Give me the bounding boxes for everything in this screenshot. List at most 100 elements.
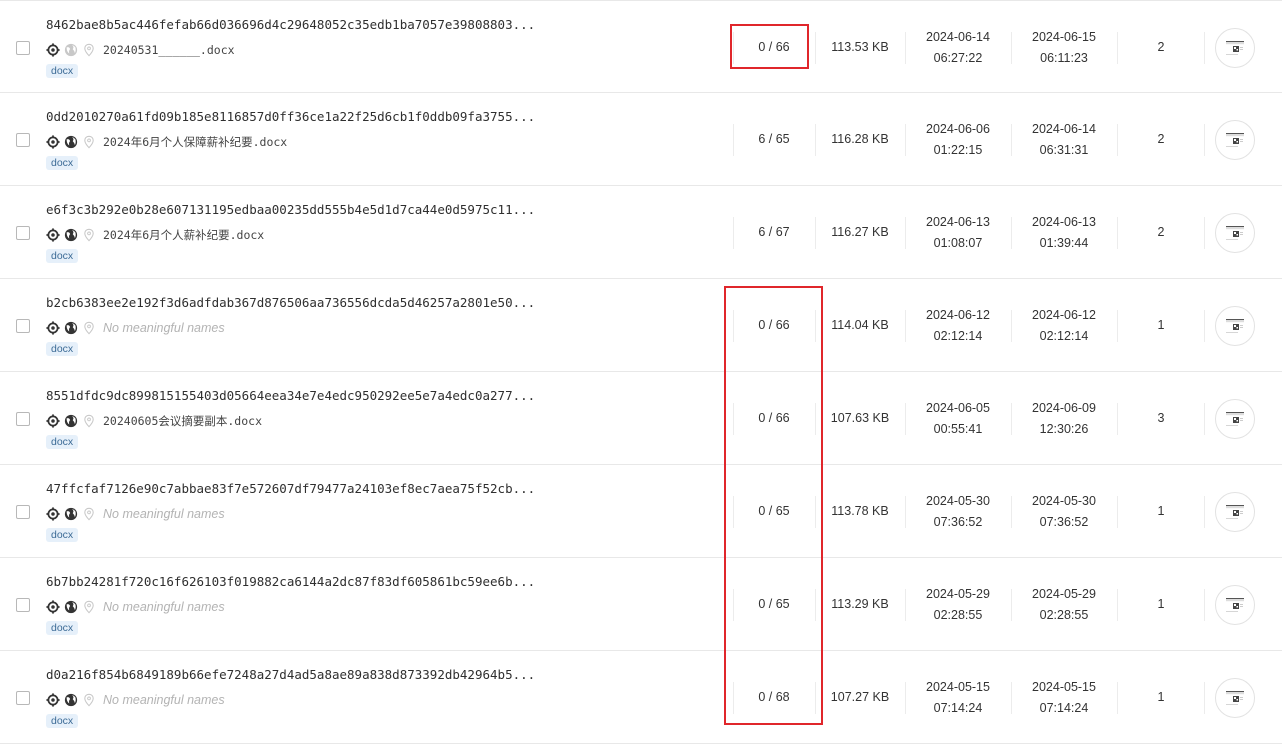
document-thumbnail[interactable] [1215, 305, 1255, 346]
file-size: 114.04 KB [831, 317, 889, 332]
last-seen-day: 2024-06-15 [1032, 29, 1096, 44]
row-checkbox[interactable] [16, 411, 30, 426]
last-seen-date: 2024-06-09 12:30:26 [1016, 398, 1112, 440]
column-divider [1117, 495, 1118, 528]
last-seen-day: 2024-06-14 [1032, 121, 1096, 136]
file-size: 107.63 KB [830, 410, 890, 425]
detection-ratio[interactable]: 6 / 67 [734, 225, 814, 239]
file-type-tag: docx [46, 64, 79, 78]
table-row[interactable]: e6f3c3b292e0b28e607131195edbaa00235dd555… [0, 186, 1282, 279]
first-seen-day: 2024-06-06 [926, 121, 990, 136]
table-row[interactable]: d0a216f854b6849189b66efe7248a27d4ad5a8ae… [0, 651, 1282, 744]
document-thumbnail[interactable] [1215, 491, 1255, 532]
column-divider [815, 402, 816, 435]
document-thumbnail[interactable] [1215, 584, 1255, 625]
first-seen-day: 2024-06-12 [926, 307, 990, 322]
submission-count: 1 [1157, 689, 1165, 704]
last-seen-date: 2024-06-13 01:39:44 [1016, 212, 1112, 254]
row-checkbox[interactable] [16, 132, 30, 147]
submission-count: 1 [1157, 596, 1165, 611]
file-name: No meaningful names [103, 600, 225, 614]
detection-ratio[interactable]: 0 / 66 [734, 318, 814, 332]
gear-icon [46, 693, 60, 707]
table-row[interactable]: 0dd2010270a61fd09b185e8116857d0ff36ce1a2… [0, 93, 1282, 186]
document-thumbnail[interactable] [1215, 27, 1255, 68]
column-divider [905, 495, 906, 528]
detection-ratio[interactable]: 0 / 65 [734, 597, 814, 611]
last-seen-date: 2024-05-29 02:28:55 [1016, 584, 1112, 626]
globe-icon [64, 693, 78, 707]
row-checkbox[interactable] [16, 504, 30, 519]
location-pin-icon [82, 693, 96, 707]
row-checkbox[interactable] [16, 40, 30, 55]
table-row[interactable]: 47ffcfaf7126e90c7abbae83f7e572607df79477… [0, 465, 1282, 558]
gear-icon [46, 600, 60, 614]
file-hash-link[interactable]: e6f3c3b292e0b28e607131195edbaa00235dd555… [46, 202, 586, 217]
column-divider [1204, 31, 1205, 64]
column-divider [1011, 309, 1012, 342]
file-hash-link[interactable]: b2cb6383ee2e192f3d6adfdab367d876506aa736… [46, 295, 586, 310]
column-divider [815, 588, 816, 621]
table-row[interactable]: 8462bae8b5ac446fefab66d036696d4c29648052… [0, 0, 1282, 93]
gear-icon [46, 507, 60, 521]
file-name: 2024年6月个人薪补纪要.docx [103, 228, 265, 242]
detection-ratio[interactable]: 6 / 65 [734, 132, 814, 146]
gear-icon [46, 321, 60, 335]
detection-ratio[interactable]: 0 / 66 [734, 40, 814, 54]
column-divider [815, 309, 816, 342]
file-hash-link[interactable]: 47ffcfaf7126e90c7abbae83f7e572607df79477… [46, 481, 586, 496]
last-seen-date: 2024-06-14 06:31:31 [1016, 119, 1112, 161]
submission-count: 2 [1157, 131, 1165, 146]
last-seen-day: 2024-06-09 [1032, 400, 1096, 415]
row-checkbox[interactable] [16, 225, 30, 240]
last-seen-time: 02:28:55 [1039, 607, 1089, 622]
file-meta: 2024年6月个人薪补纪要.docx [46, 227, 264, 243]
first-seen-date: 2024-05-15 07:14:24 [910, 677, 1006, 719]
column-divider [1011, 495, 1012, 528]
detection-ratio[interactable]: 0 / 65 [734, 504, 814, 518]
document-preview-icon [1226, 225, 1244, 240]
row-checkbox[interactable] [16, 597, 30, 612]
row-checkbox[interactable] [16, 318, 30, 333]
last-seen-time: 07:36:52 [1039, 514, 1089, 529]
last-seen-date: 2024-06-12 02:12:14 [1016, 305, 1112, 347]
table-row[interactable]: 8551dfdc9dc899815155403d05664eea34e7e4ed… [0, 372, 1282, 465]
file-type-tag: docx [46, 435, 79, 449]
last-seen-time: 06:31:31 [1039, 142, 1089, 157]
file-meta: 20240605会议摘要副本.docx [46, 413, 262, 429]
globe-icon [64, 507, 78, 521]
file-type-tag: docx [46, 249, 79, 263]
table-row[interactable]: 6b7bb24281f720c16f626103f019882ca6144a2d… [0, 558, 1282, 651]
document-thumbnail[interactable] [1215, 119, 1255, 160]
document-thumbnail[interactable] [1215, 398, 1255, 439]
file-hash-link[interactable]: 0dd2010270a61fd09b185e8116857d0ff36ce1a2… [46, 109, 586, 124]
first-seen-time: 06:27:22 [933, 50, 983, 65]
file-hash-link[interactable]: 8462bae8b5ac446fefab66d036696d4c29648052… [46, 17, 586, 32]
globe-icon [64, 414, 78, 428]
file-hash-link[interactable]: 6b7bb24281f720c16f626103f019882ca6144a2d… [46, 574, 586, 589]
detection-ratio[interactable]: 0 / 66 [734, 411, 814, 425]
detection-ratio[interactable]: 0 / 68 [734, 690, 814, 704]
last-seen-date: 2024-05-30 07:36:52 [1016, 491, 1112, 533]
globe-icon [64, 321, 78, 335]
table-row[interactable]: b2cb6383ee2e192f3d6adfdab367d876506aa736… [0, 279, 1282, 372]
column-divider [1117, 123, 1118, 156]
file-hash-link[interactable]: d0a216f854b6849189b66efe7248a27d4ad5a8ae… [46, 667, 586, 682]
submission-count: 3 [1157, 410, 1165, 425]
file-size: 113.78 KB [831, 503, 889, 518]
last-seen-day: 2024-06-12 [1032, 307, 1096, 322]
document-preview-icon [1226, 690, 1244, 705]
last-seen-time: 12:30:26 [1039, 421, 1089, 436]
file-name: 20240605会议摘要副本.docx [103, 414, 263, 428]
last-seen-date: 2024-06-15 06:11:23 [1016, 27, 1112, 69]
column-divider [1204, 123, 1205, 156]
document-thumbnail[interactable] [1215, 677, 1255, 718]
globe-icon [64, 135, 78, 149]
column-divider [1011, 216, 1012, 249]
file-hash-link[interactable]: 8551dfdc9dc899815155403d05664eea34e7e4ed… [46, 388, 586, 403]
row-checkbox[interactable] [16, 690, 30, 705]
file-name: No meaningful names [103, 693, 225, 707]
document-thumbnail[interactable] [1215, 212, 1255, 253]
first-seen-time: 02:28:55 [933, 607, 983, 622]
file-type-tag: docx [46, 342, 79, 356]
